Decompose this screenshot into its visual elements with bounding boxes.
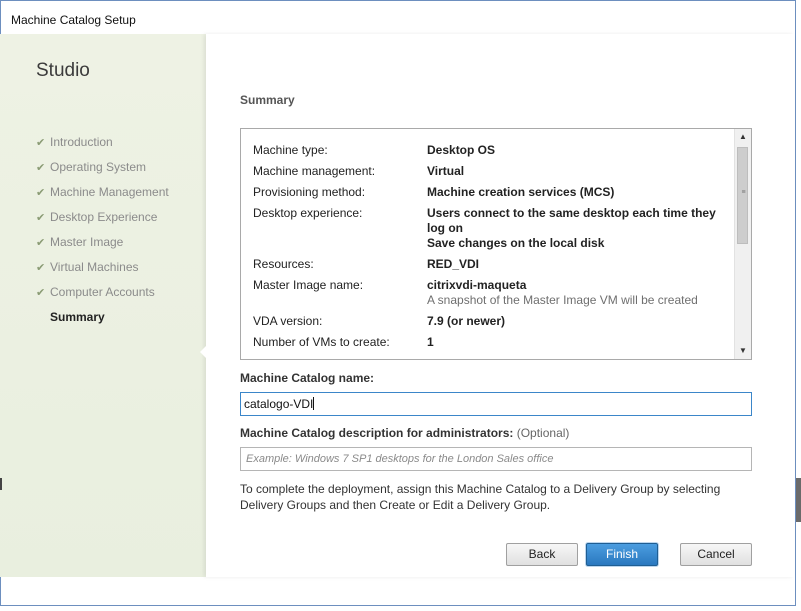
description-label-row: Machine Catalog description for administ… [240,426,569,440]
wizard-steps: ✔ Introduction ✔ Operating System ✔ Machine… [36,134,169,334]
summary-value: RED_VDI [427,257,480,271]
step-label: Computer Accounts [50,285,155,299]
summary-row: Master Image name: citrixvdi-maqueta A s… [253,278,731,308]
step-master-image[interactable]: ✔ Master Image [36,234,169,259]
summary-value: 1 [427,335,434,349]
catalog-name-label: Machine Catalog name: [240,371,375,385]
summary-row: VDA version: 7.9 (or newer) [253,314,731,329]
summary-value: 7.9 (or newer) [427,314,506,328]
step-label: Desktop Experience [50,210,158,224]
summary-key: Number of VMs to create: [253,335,390,349]
step-label: Virtual Machines [50,260,139,274]
check-icon: ✔ [36,262,46,274]
description-label: Machine Catalog description for administ… [240,426,514,440]
scroll-down-icon[interactable]: ▼ [735,343,751,359]
title-bar: Machine Catalog Setup [1,1,795,35]
summary-row: Resources: RED_VDI [253,257,731,272]
summary-key: VDA version: [253,314,323,328]
catalog-name-input[interactable]: catalogo-VDI [240,392,752,416]
studio-heading: Studio [36,60,90,81]
summary-value-multi: citrixvdi-maqueta A snapshot of the Mast… [427,278,731,308]
step-operating-system[interactable]: ✔ Operating System [36,159,169,184]
check-icon: ✔ [36,162,46,174]
grip-icon: ≡ [741,189,746,196]
summary-row: Machine type: Desktop OS [253,143,731,158]
summary-row: Machine management: Virtual [253,164,731,179]
step-label: Operating System [50,160,147,174]
summary-value: citrixvdi-maqueta [427,278,527,292]
page-title: Summary [240,93,295,107]
step-label: Summary [50,310,105,324]
summary-value: Save changes on the local disk [427,236,605,250]
summary-row: Desktop experience: Users connect to the… [253,206,731,251]
back-button[interactable]: Back [506,543,578,566]
finish-button[interactable]: Finish [586,543,658,566]
summary-key: Provisioning method: [253,185,366,199]
summary-value: Desktop OS [427,143,496,157]
background-window-edge-left [0,478,2,490]
step-label: Master Image [50,235,124,249]
summary-key: Machine type: [253,143,328,157]
check-icon: ✔ [36,187,46,199]
scrollbar-thumb[interactable]: ≡ [737,147,748,244]
summary-scrollbar[interactable]: ▲ ≡ ▼ [734,129,751,359]
window-title: Machine Catalog Setup [11,13,136,27]
summary-key: Desktop experience: [253,206,363,220]
background-window-edge [796,478,801,522]
summary-value-multi: Users connect to the same desktop each t… [427,206,731,251]
step-label: Machine Management [50,185,169,199]
summary-key: Master Image name: [253,278,364,292]
step-desktop-experience[interactable]: ✔ Desktop Experience [36,209,169,234]
summary-value: Machine creation services (MCS) [427,185,615,199]
cancel-button[interactable]: Cancel [680,543,752,566]
description-input[interactable]: Example: Windows 7 SP1 desktops for the … [240,447,752,471]
summary-key: Machine management: [253,164,376,178]
step-computer-accounts[interactable]: ✔ Computer Accounts [36,284,169,309]
check-icon: ✔ [36,237,46,249]
optional-hint: (Optional) [516,426,570,440]
text-caret [313,397,315,410]
scroll-up-icon[interactable]: ▲ [735,129,751,145]
summary-note: A snapshot of the Master Image VM will b… [427,293,698,307]
check-icon: ✔ [36,287,46,299]
step-virtual-machines[interactable]: ✔ Virtual Machines [36,259,169,284]
step-machine-management[interactable]: ✔ Machine Management [36,184,169,209]
step-summary[interactable]: Summary [36,309,169,334]
active-step-pointer [200,345,207,359]
summary-row: Provisioning method: Machine creation se… [253,185,731,200]
catalog-name-value: catalogo-VDI [244,397,314,411]
check-icon: ✔ [36,212,46,224]
summary-value: Virtual [427,164,465,178]
summary-row: Number of VMs to create: 1 [253,335,731,350]
summary-list[interactable]: Machine type: Desktop OS Machine managem… [240,128,752,360]
check-icon: ✔ [36,137,46,149]
deployment-info-text: To complete the deployment, assign this … [240,482,721,512]
step-label: Introduction [50,135,113,149]
summary-value: Users connect to the same desktop each t… [427,206,716,235]
step-introduction[interactable]: ✔ Introduction [36,134,169,159]
summary-content: Machine type: Desktop OS Machine managem… [253,143,731,356]
summary-key: Resources: [253,257,314,271]
